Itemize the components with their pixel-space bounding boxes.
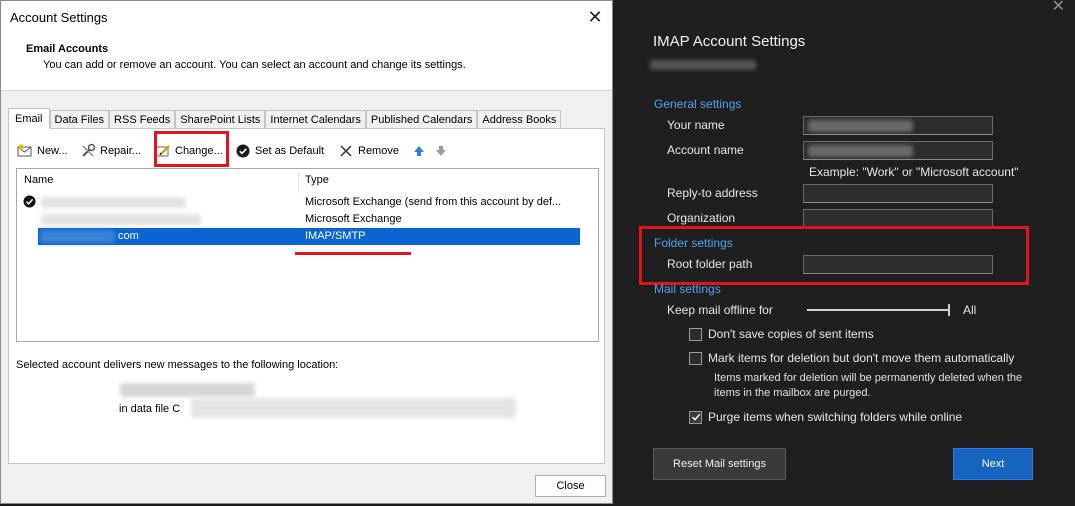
header-subtitle: You can add or remove an account. You ca… (43, 59, 466, 71)
general-settings-heading: General settings (654, 97, 742, 111)
redacted-location (120, 383, 255, 397)
organization-label: Organization (667, 211, 736, 225)
dialog-title: IMAP Account Settings (653, 33, 806, 50)
remove-x-icon (338, 143, 354, 159)
dont-save-sent-label: Don't save copies of sent items (708, 327, 874, 341)
your-name-label: Your name (667, 118, 725, 132)
tab-strip: Email Data Files RSS Feeds SharePoint Li… (8, 108, 562, 129)
account-name-example: Example: "Work" or "Microsoft account" (809, 165, 1019, 179)
window-title: Account Settings (10, 10, 108, 25)
delivery-location-label: Selected account delivers new messages t… (16, 359, 339, 371)
account-name-suffix: com (118, 230, 139, 242)
arrow-up-icon (411, 143, 427, 159)
new-label: New... (37, 145, 68, 157)
close-button[interactable]: Close (535, 475, 606, 497)
checkmark-icon (691, 413, 700, 421)
change-button[interactable]: Change... (155, 141, 223, 161)
account-name-input[interactable] (803, 141, 993, 160)
account-row[interactable]: Microsoft Exchange (23, 211, 580, 228)
account-type: Microsoft Exchange (send from this accou… (305, 196, 562, 208)
column-divider (298, 171, 299, 193)
mail-settings-heading: Mail settings (654, 282, 721, 296)
new-button[interactable]: New... (17, 141, 68, 161)
purge-checkbox-row[interactable]: Purge items when switching folders while… (689, 409, 962, 425)
keep-offline-slider-track[interactable] (807, 309, 949, 311)
tab-rss-feeds[interactable]: RSS Feeds (109, 110, 176, 129)
redacted-account-name (41, 197, 186, 208)
col-type-header[interactable]: Type (305, 174, 329, 186)
move-up-button[interactable] (411, 141, 431, 161)
repair-label: Repair... (100, 145, 141, 157)
header-title: Email Accounts (26, 43, 109, 55)
reset-mail-settings-button[interactable]: Reset Mail settings (653, 448, 786, 480)
type-underline-annotation (295, 252, 411, 255)
change-label: Change... (175, 145, 223, 157)
root-folder-input[interactable] (803, 255, 993, 274)
checkmark-circle-icon (235, 143, 251, 159)
tab-sharepoint-lists[interactable]: SharePoint Lists (175, 110, 266, 129)
repair-button[interactable]: Repair... (80, 141, 141, 161)
new-mail-icon (17, 143, 33, 159)
redacted-email (650, 60, 756, 70)
default-check-icon (23, 195, 36, 211)
account-settings-window: Account Settings ✕ Email Accounts You ca… (0, 0, 613, 504)
redacted-account-name (40, 230, 115, 243)
close-icon[interactable]: ✕ (582, 5, 608, 29)
dont-save-sent-checkbox-row[interactable]: Don't save copies of sent items (689, 326, 874, 342)
dont-save-sent-checkbox[interactable] (689, 327, 702, 341)
purge-explanation-text: Items marked for deletion will be perman… (714, 372, 1023, 399)
your-name-input[interactable] (803, 116, 993, 135)
imap-settings-dialog: ✕ IMAP Account Settings General settings… (613, 0, 1075, 506)
account-list[interactable]: Name Type Microsoft Exchange (send from … (16, 168, 599, 342)
email-accounts-header: Email Accounts You can add or remove an … (1, 33, 612, 91)
organization-input[interactable] (803, 209, 993, 228)
keep-offline-slider-thumb[interactable] (948, 304, 950, 316)
set-default-button[interactable]: Set as Default (235, 141, 324, 161)
title-bar: Account Settings ✕ (1, 1, 612, 33)
set-default-label: Set as Default (255, 145, 325, 157)
arrow-down-icon (433, 143, 449, 159)
redacted-value (808, 145, 913, 157)
move-down-button[interactable] (433, 141, 453, 161)
mark-deletion-label: Mark items for deletion but don't move t… (708, 351, 1015, 365)
reply-to-label: Reply-to address (667, 186, 758, 200)
next-button[interactable]: Next (953, 448, 1033, 480)
tab-published-calendars[interactable]: Published Calendars (365, 110, 478, 129)
repair-tools-icon (80, 143, 96, 159)
tab-data-files[interactable]: Data Files (49, 110, 110, 129)
col-name-header[interactable]: Name (24, 174, 53, 186)
remove-button[interactable]: Remove (338, 141, 399, 161)
remove-label: Remove (358, 145, 399, 157)
keep-offline-value: All (963, 303, 977, 317)
data-file-label: in data file C (119, 403, 181, 415)
purge-checkbox[interactable] (689, 410, 702, 424)
close-icon[interactable]: ✕ (1052, 0, 1065, 16)
account-type: Microsoft Exchange (305, 213, 402, 225)
reply-to-input[interactable] (803, 184, 993, 203)
redacted-data-file-path (191, 398, 516, 418)
purge-label: Purge items when switching folders while… (708, 410, 963, 424)
redacted-value (808, 120, 913, 132)
tab-internet-calendars[interactable]: Internet Calendars (265, 110, 366, 129)
account-row-selected[interactable]: com IMAP/SMTP (38, 228, 580, 245)
account-name-label: Account name (667, 143, 744, 157)
folder-settings-heading: Folder settings (654, 236, 733, 250)
tab-email[interactable]: Email (8, 108, 50, 129)
account-row[interactable]: Microsoft Exchange (send from this accou… (23, 194, 580, 211)
mark-deletion-checkbox-row[interactable]: Mark items for deletion but don't move t… (689, 350, 1014, 366)
tab-address-books[interactable]: Address Books (477, 110, 562, 129)
keep-offline-label: Keep mail offline for (667, 303, 773, 317)
redacted-account-name (41, 214, 201, 225)
account-type: IMAP/SMTP (305, 230, 366, 242)
mark-deletion-checkbox[interactable] (689, 351, 702, 365)
root-folder-label: Root folder path (667, 257, 753, 271)
change-icon (155, 143, 171, 159)
